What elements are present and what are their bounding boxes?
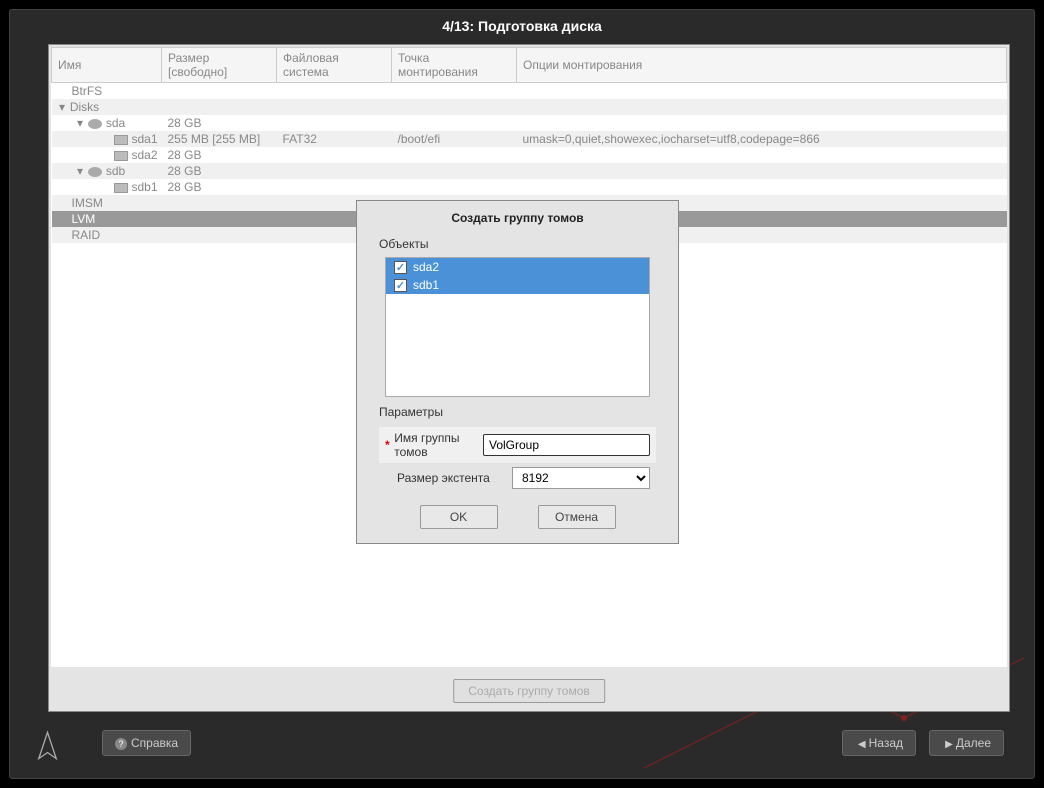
checkbox-checked-icon[interactable]: ✓ (394, 261, 407, 274)
disk-icon (88, 119, 102, 129)
list-item[interactable]: ✓ sdb1 (386, 276, 649, 294)
vg-name-label: Имя группы томов (394, 431, 483, 459)
table-header-row: Имя Размер [свободно] Файловая система Т… (52, 48, 1007, 83)
chevron-down-icon[interactable]: ▾ (58, 100, 67, 114)
next-button[interactable]: ▶Далее (929, 730, 1004, 756)
cancel-button[interactable]: Отмена (538, 505, 616, 529)
alt-logo (30, 728, 90, 768)
extent-select[interactable]: 8192 (512, 467, 650, 489)
disk-icon (88, 167, 102, 177)
row-btrfs[interactable]: BtrFS (52, 83, 1007, 100)
param-row-name: * Имя группы томов (379, 427, 656, 463)
col-size[interactable]: Размер [свободно] (162, 48, 277, 83)
row-sda1[interactable]: sda1 255 MB [255 MB] FAT32 /boot/efi uma… (52, 131, 1007, 147)
page-title: 4/13: Подготовка диска (10, 10, 1034, 42)
partition-icon (114, 183, 128, 193)
create-vg-dialog: Создать группу томов Объекты ✓ sda2 ✓ sd… (356, 200, 679, 544)
objects-label: Объекты (357, 233, 678, 253)
footer: ?Справка ◀Назад ▶Далее (10, 718, 1034, 778)
col-name[interactable]: Имя (52, 48, 162, 83)
back-button[interactable]: ◀Назад (842, 730, 916, 756)
chevron-left-icon: ◀ (858, 739, 866, 750)
chevron-down-icon[interactable]: ▾ (76, 164, 85, 178)
chevron-right-icon: ▶ (945, 739, 953, 750)
row-sda[interactable]: ▾ sda 28 GB (52, 115, 1007, 131)
col-opts[interactable]: Опции монтирования (517, 48, 1007, 83)
row-sda2[interactable]: sda2 28 GB (52, 147, 1007, 163)
help-button[interactable]: ?Справка (102, 730, 191, 756)
checkbox-checked-icon[interactable]: ✓ (394, 279, 407, 292)
objects-list[interactable]: ✓ sda2 ✓ sdb1 (385, 257, 650, 397)
ok-button[interactable]: OK (420, 505, 498, 529)
list-item[interactable]: ✓ sda2 (386, 258, 649, 276)
partition-icon (114, 135, 128, 145)
extent-label: Размер экстента (397, 471, 512, 485)
help-icon: ? (115, 738, 127, 750)
vg-name-input[interactable] (483, 434, 650, 456)
params-block: * Имя группы томов Размер экстента 8192 (379, 427, 656, 493)
required-icon: * (385, 438, 394, 452)
col-mount[interactable]: Точка монтирования (392, 48, 517, 83)
row-sdb[interactable]: ▾ sdb 28 GB (52, 163, 1007, 179)
row-sdb1[interactable]: sdb1 28 GB (52, 179, 1007, 195)
dialog-button-row: OK Отмена (357, 505, 678, 529)
param-row-extent: Размер экстента 8192 (379, 463, 656, 493)
partition-icon (114, 151, 128, 161)
dialog-title: Создать группу томов (357, 201, 678, 233)
row-disks[interactable]: ▾ Disks (52, 99, 1007, 115)
chevron-down-icon[interactable]: ▾ (76, 116, 85, 130)
col-fs[interactable]: Файловая система (277, 48, 392, 83)
create-volume-group-button[interactable]: Создать группу томов (453, 679, 605, 703)
params-label: Параметры (357, 401, 678, 421)
bottom-action-bar: Создать группу томов (453, 679, 605, 703)
